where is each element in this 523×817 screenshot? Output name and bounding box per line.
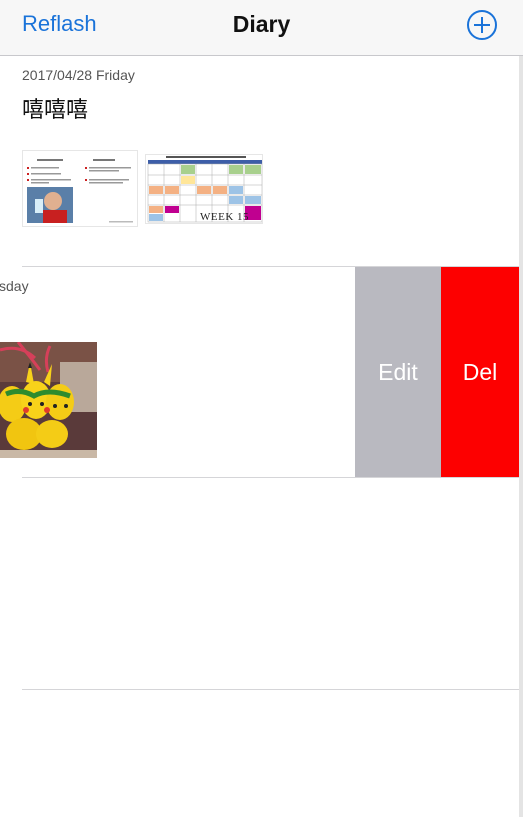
entry-image-slide[interactable] xyxy=(22,150,138,227)
delete-button[interactable]: Del xyxy=(441,267,519,478)
entry-date: 2017/04/28 Friday xyxy=(22,67,135,83)
navigation-bar: Reflash Diary xyxy=(0,0,523,56)
edit-label: Edit xyxy=(378,359,418,385)
edit-button[interactable]: Edit xyxy=(355,267,441,478)
entry-date: sday xyxy=(0,278,29,294)
diary-entry-empty[interactable] xyxy=(0,478,519,689)
diary-entry[interactable]: 2017/04/28 Friday 嘻嘻嘻 WEEK 15 xyxy=(0,56,519,267)
entry-image-schedule[interactable]: WEEK 15 xyxy=(145,154,263,224)
row-separator xyxy=(22,689,519,690)
scroll-edge xyxy=(519,56,523,817)
slide-caption: WEEK 15 xyxy=(200,211,250,223)
delete-label: Del xyxy=(462,359,498,385)
plus-circle-icon[interactable] xyxy=(466,9,498,41)
slide-image xyxy=(23,151,137,226)
page-title: Diary xyxy=(232,11,291,37)
pikachu-photo xyxy=(0,342,97,458)
entry-title: 嘻嘻嘻 xyxy=(22,97,89,122)
entry-image-pikachu[interactable] xyxy=(0,342,97,458)
